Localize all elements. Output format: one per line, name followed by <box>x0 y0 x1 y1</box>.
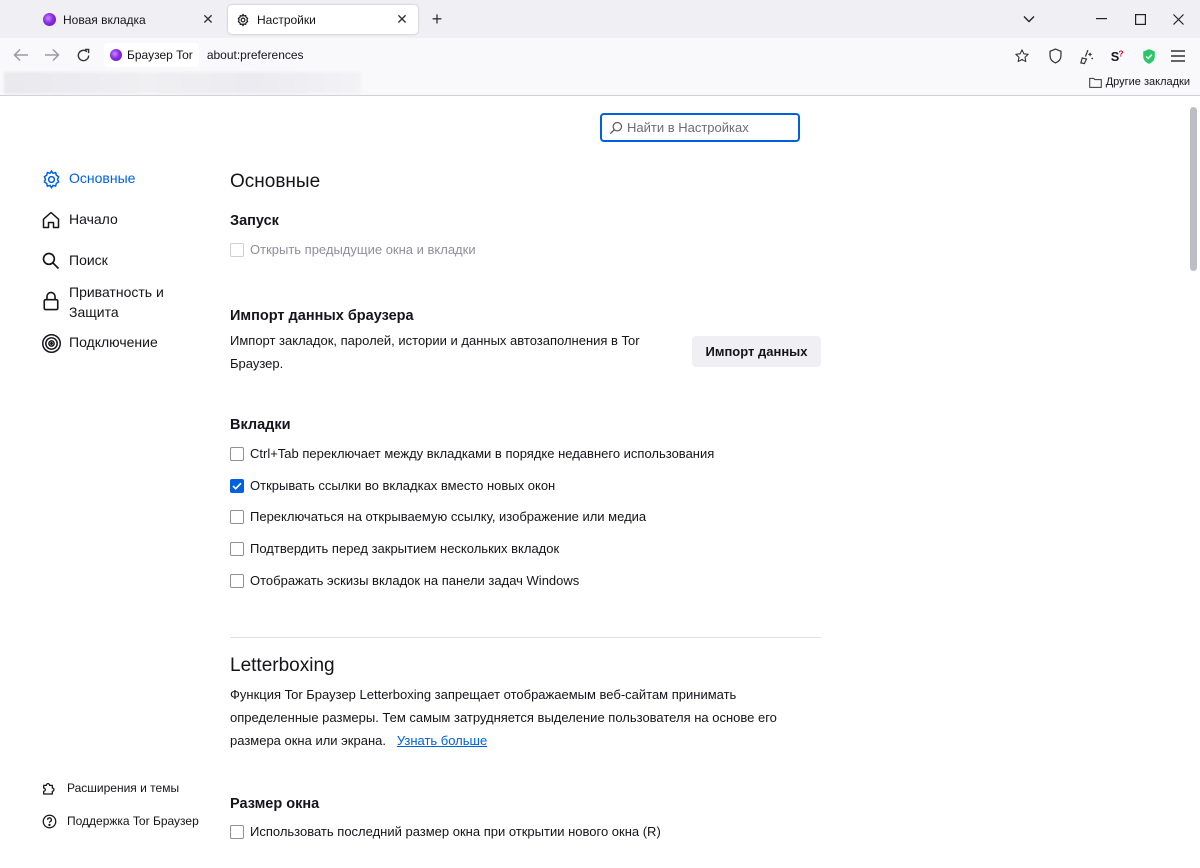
checkbox-label: Использовать последний размер окна при о… <box>250 824 661 839</box>
tab-new-tab[interactable]: Новая вкладка ✕ <box>34 5 224 34</box>
page-title: Основные <box>230 171 321 192</box>
startup-heading: Запуск <box>230 213 279 229</box>
checkbox[interactable] <box>230 478 244 493</box>
checkmark-icon <box>232 482 242 490</box>
tab-settings[interactable]: Настройки ✕ <box>228 5 418 34</box>
gear-icon <box>236 12 250 27</box>
checkbox[interactable] <box>230 824 244 839</box>
other-bookmarks-label: Другие закладки <box>1105 76 1190 88</box>
import-data-button[interactable]: Импорт данных <box>692 336 821 367</box>
sidebar-item-addons[interactable]: Расширения и темы <box>40 779 179 797</box>
sidebar-item-privacy[interactable]: Приватность и Защита <box>40 282 164 322</box>
sidebar-item-label: Начало <box>69 211 118 227</box>
sidebar-item-general[interactable]: Основные <box>40 168 135 190</box>
settings-search[interactable] <box>600 113 800 142</box>
search-icon <box>609 121 623 134</box>
blurred-bookmarks <box>4 72 361 94</box>
preferences-page: Основные Начало Поиск Приватность иЗащит… <box>0 97 1186 868</box>
sidebar-item-support[interactable]: Поддержка Tor Браузер <box>40 812 199 830</box>
minimize-icon[interactable] <box>1089 8 1113 30</box>
scrollbar-thumb[interactable] <box>1190 107 1197 271</box>
checkbox-label: Отображать эскизы вкладок на панели зада… <box>250 573 580 588</box>
sidebar-item-label: Подключение <box>69 334 158 350</box>
gear-icon <box>40 168 62 190</box>
connection-icon <box>40 332 62 354</box>
remember-window-size-checkbox-row[interactable]: Использовать последний размер окна при о… <box>230 824 661 839</box>
svg-text:?: ? <box>1118 48 1123 58</box>
open-links-in-tabs-checkbox-row[interactable]: Открывать ссылки во вкладках вместо новы… <box>230 478 555 493</box>
lock-icon <box>40 290 62 312</box>
tab-strip: Новая вкладка ✕ Настройки ✕ + <box>0 0 1200 38</box>
bookmark-star-icon[interactable] <box>1012 46 1032 66</box>
close-tab-icon[interactable]: ✕ <box>394 11 410 28</box>
checkbox[interactable] <box>230 242 244 257</box>
tor-browser-icon <box>110 49 122 61</box>
search-icon <box>40 250 62 272</box>
noscript-icon[interactable]: S? <box>1107 46 1127 66</box>
checkbox[interactable] <box>230 573 244 588</box>
settings-search-input[interactable] <box>627 120 787 135</box>
security-shield-icon[interactable] <box>1045 46 1065 66</box>
new-identity-broom-icon[interactable] <box>1076 46 1096 66</box>
new-tab-button[interactable]: + <box>426 9 448 29</box>
restore-session-checkbox[interactable]: Открыть предыдущие окна и вкладки <box>230 242 476 257</box>
checkbox-label: Открывать ссылки во вкладках вместо новы… <box>250 478 556 493</box>
navigation-toolbar: Браузер Tor about:preferences S? <box>0 38 1200 72</box>
window-size-heading: Размер окна <box>230 796 320 812</box>
sidebar-item-label: Расширения и темы <box>67 781 180 795</box>
sidebar-item-home[interactable]: Начало <box>40 209 118 231</box>
tab-label: Новая вкладка <box>63 12 146 27</box>
ctrl-tab-checkbox-row[interactable]: Ctrl+Tab переключает между вкладками в п… <box>230 446 714 461</box>
extension-shield-check-icon[interactable] <box>1139 46 1159 66</box>
learn-more-link[interactable]: Узнать больше <box>397 733 487 748</box>
taskbar-previews-checkbox-row[interactable]: Отображать эскизы вкладок на панели зада… <box>230 573 579 588</box>
switch-to-new-tab-checkbox-row[interactable]: Переключаться на открываемую ссылку, изо… <box>230 509 646 524</box>
sidebar-item-search[interactable]: Поиск <box>40 250 108 272</box>
folder-icon <box>1088 77 1102 88</box>
letterboxing-title: Letterboxing <box>230 655 335 676</box>
sidebar-item-label: Поиск <box>69 252 108 268</box>
url-bar[interactable]: Браузер Tor about:preferences <box>104 42 994 68</box>
reload-icon[interactable] <box>72 44 94 66</box>
hamburger-menu-icon[interactable] <box>1168 46 1188 66</box>
import-description: Импорт закладок, паролей, истории и данн… <box>230 333 640 371</box>
tabs-heading: Вкладки <box>230 417 291 433</box>
help-icon <box>40 812 58 830</box>
checkbox[interactable] <box>230 446 244 461</box>
import-heading: Импорт данных браузера <box>230 308 414 324</box>
home-icon <box>40 209 62 231</box>
puzzle-icon <box>40 779 58 797</box>
section-divider <box>230 637 821 638</box>
checkbox-label: Переключаться на открываемую ссылку, изо… <box>250 509 647 524</box>
checkbox-label: Подтвердить перед закрытием нескольких в… <box>250 541 560 556</box>
checkbox[interactable] <box>230 541 244 556</box>
url-text[interactable]: about:preferences <box>207 48 304 62</box>
identity-box[interactable]: Браузер Tor <box>104 43 199 67</box>
sidebar-item-label: Поддержка Tor Браузер <box>67 814 199 828</box>
warn-on-close-checkbox-row[interactable]: Подтвердить перед закрытием нескольких в… <box>230 541 559 556</box>
other-bookmarks-button[interactable]: Другие закладки <box>1088 76 1190 88</box>
sidebar-item-label: Приватность и Защита <box>69 284 164 320</box>
sidebar-item-connection[interactable]: Подключение <box>40 332 158 354</box>
maximize-icon[interactable] <box>1128 8 1152 30</box>
tor-browser-icon <box>42 13 56 27</box>
identity-label: Браузер Tor <box>127 48 193 62</box>
checkbox-label: Ctrl+Tab переключает между вкладками в п… <box>250 446 715 461</box>
back-arrow-icon[interactable] <box>10 44 32 66</box>
checkbox-label: Открыть предыдущие окна и вкладки <box>250 242 476 257</box>
sidebar-item-label: Основные <box>69 170 136 186</box>
close-tab-icon[interactable]: ✕ <box>200 11 216 28</box>
forward-arrow-icon[interactable] <box>41 44 63 66</box>
close-window-icon[interactable] <box>1166 8 1190 30</box>
tab-label: Настройки <box>257 12 316 27</box>
list-all-tabs-chevron-icon[interactable] <box>1017 8 1041 30</box>
page-scrollbar[interactable] <box>1186 97 1200 868</box>
checkbox[interactable] <box>230 509 244 524</box>
bookmarks-toolbar: Другие закладки <box>0 72 1200 96</box>
letterboxing-description: Функция Tor Браузер Letterboxing запреща… <box>230 687 777 748</box>
